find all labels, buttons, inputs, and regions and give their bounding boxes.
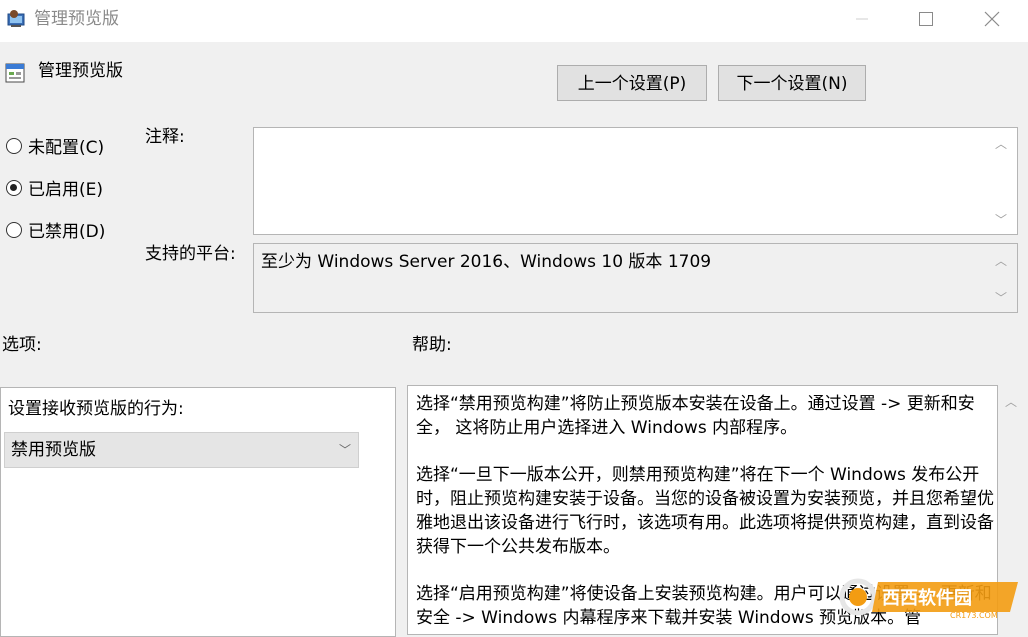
policy-title: 管理预览版: [38, 61, 123, 81]
radio-circle[interactable]: [6, 137, 22, 154]
group-policy-icon: [7, 10, 25, 27]
supported-platforms-label: 支持的平台:: [145, 244, 236, 264]
watermark-domain: CR173.COM: [950, 611, 998, 620]
preview-behavior-select[interactable]: 禁用预览版: [4, 432, 359, 468]
radio-disabled[interactable]: 已禁用(D): [6, 217, 105, 242]
chevron-down-icon: ﹀: [994, 212, 1007, 227]
radio-circle-selected[interactable]: [6, 179, 22, 196]
radio-label: 已禁用(D): [28, 222, 106, 242]
radio-enabled[interactable]: 已启用(E): [6, 175, 103, 200]
comment-label: 注释:: [145, 127, 185, 147]
help-label: 帮助:: [412, 335, 452, 355]
comment-scroll-up-button[interactable]: ︿: [992, 134, 1010, 152]
help-paragraph: 选择“禁用预览构建”将防止预览版本安装在设备上。通过设置 -> 更新和安全， 这…: [416, 394, 975, 438]
comment-textarea[interactable]: [253, 127, 1018, 235]
window-title: 管理预览版: [34, 9, 119, 29]
help-scroll-up-button[interactable]: ︿: [1002, 392, 1020, 410]
maximize-button[interactable]: [894, 0, 958, 38]
minimize-button[interactable]: [830, 0, 894, 38]
chevron-up-icon: ︿: [994, 136, 1007, 151]
help-paragraph: 选择“一旦下一版本公开，则禁用预览构建”将在下一个 Windows 发布公开时，…: [416, 465, 994, 557]
platform-scroll-up-button[interactable]: ︿: [992, 251, 1010, 269]
watermark-brand: 西西软件园: [882, 587, 972, 609]
options-panel: [0, 387, 396, 637]
chevron-up-icon: ︿: [994, 253, 1007, 268]
preview-behavior-label: 设置接收预览版的行为:: [8, 399, 184, 419]
close-icon: [984, 11, 1000, 27]
next-setting-button[interactable]: 下一个设置(N): [718, 65, 866, 101]
radio-not-configured[interactable]: 未配置(C): [6, 133, 104, 158]
watermark-logo: 西西软件园 CR173.COM: [839, 578, 1018, 620]
supported-platforms-text: 至少为 Windows Server 2016、Windows 10 版本 17…: [261, 252, 712, 272]
policy-setting-icon: [5, 63, 25, 83]
comment-scroll-down-button[interactable]: ﹀: [992, 210, 1010, 228]
radio-label: 已启用(E): [28, 180, 104, 200]
platform-scroll-down-button[interactable]: ﹀: [992, 288, 1010, 306]
maximize-icon: [919, 12, 933, 26]
radio-circle[interactable]: [6, 221, 22, 238]
chevron-down-icon: ﹀: [994, 290, 1007, 305]
close-button[interactable]: [960, 0, 1024, 38]
chevron-down-icon[interactable]: ﹀: [336, 440, 354, 458]
minimize-icon: [856, 18, 868, 20]
previous-setting-button[interactable]: 上一个设置(P): [557, 65, 707, 101]
options-label: 选项:: [2, 335, 42, 355]
chevron-up-icon: ︿: [1004, 394, 1017, 409]
radio-label: 未配置(C): [28, 138, 105, 158]
